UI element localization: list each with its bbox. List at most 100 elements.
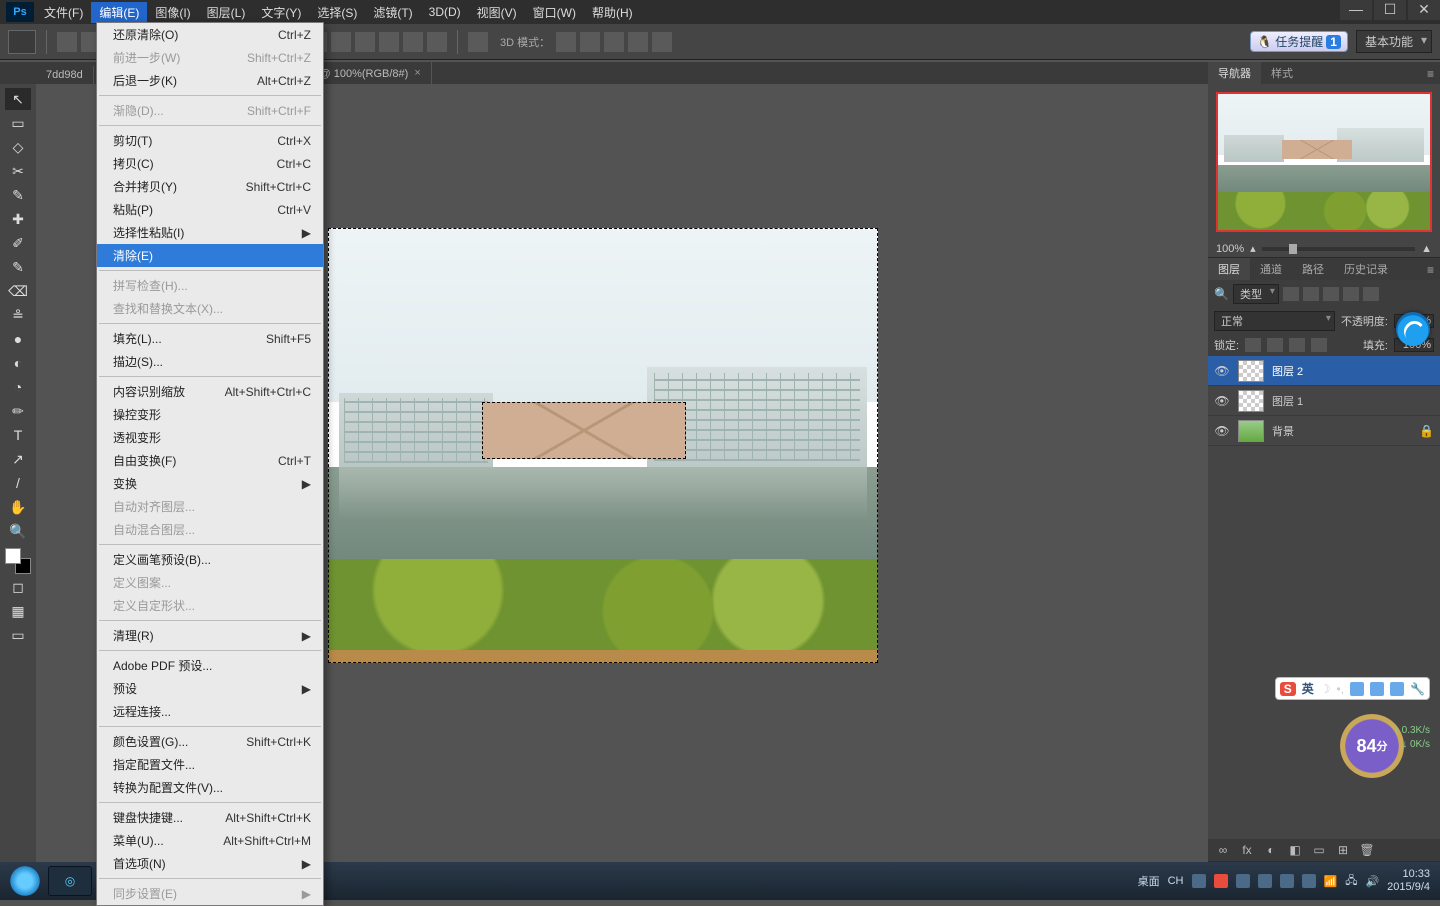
tool-button[interactable]: ✎	[5, 256, 31, 278]
menu-item[interactable]: 预设▶	[97, 677, 323, 700]
menu-item[interactable]: 转换为配置文件(V)...	[97, 776, 323, 799]
tab-styles[interactable]: 样式	[1261, 62, 1303, 84]
menu-item[interactable]: 首选项(N)▶	[97, 852, 323, 875]
menu-视图[interactable]: 视图(V)	[469, 2, 525, 23]
menu-item[interactable]: 选择性粘贴(I)▶	[97, 221, 323, 244]
visibility-icon[interactable]: 👁	[1214, 364, 1230, 378]
document-tab[interactable]: 7dd98d	[36, 66, 94, 84]
workspace-switcher[interactable]: 基本功能	[1356, 30, 1432, 53]
tool-button[interactable]: ✎	[5, 184, 31, 206]
filter-pixel-icon[interactable]	[1283, 287, 1299, 301]
menu-item[interactable]: 合并拷贝(Y)Shift+Ctrl+C	[97, 175, 323, 198]
layer-thumbnail[interactable]	[1238, 360, 1264, 382]
mode3d-icon[interactable]	[652, 32, 672, 52]
tool-button[interactable]: ✚	[5, 208, 31, 230]
tray-icon[interactable]	[1236, 874, 1250, 888]
menu-item[interactable]: 操控变形	[97, 403, 323, 426]
option-icon[interactable]	[57, 32, 77, 52]
distribute-icon[interactable]	[403, 32, 423, 52]
tray-volume-icon[interactable]: 🔊	[1365, 875, 1379, 888]
tool-button[interactable]: ◇	[5, 136, 31, 158]
menu-item[interactable]: 清理(R)▶	[97, 624, 323, 647]
close-icon[interactable]: ×	[414, 67, 420, 79]
tray-icon[interactable]	[1302, 874, 1316, 888]
ime-icon[interactable]	[1390, 682, 1404, 696]
tab-navigator[interactable]: 导航器	[1208, 62, 1261, 84]
distribute-icon[interactable]	[355, 32, 375, 52]
menu-item[interactable]: 拷贝(C)Ctrl+C	[97, 152, 323, 175]
desktop-label[interactable]: 桌面	[1138, 873, 1160, 889]
option-icon[interactable]	[468, 32, 488, 52]
task-reminder-badge[interactable]: 🐧 任务提醒 1	[1250, 31, 1348, 52]
lock-position-icon[interactable]	[1289, 338, 1305, 352]
layer-row[interactable]: 👁背景🔒	[1208, 416, 1440, 446]
search-icon[interactable]: 🔍	[1214, 287, 1229, 301]
layer-action-icon[interactable]: ◐	[1262, 843, 1280, 857]
window-maximize-button[interactable]: ☐	[1374, 0, 1406, 20]
layer-kind-filter[interactable]: 类型	[1233, 284, 1279, 304]
tool-button[interactable]: ✋	[5, 496, 31, 518]
menu-item[interactable]: 粘贴(P)Ctrl+V	[97, 198, 323, 221]
tray-network-icon[interactable]: 🖧	[1345, 872, 1357, 891]
mode3d-icon[interactable]	[556, 32, 576, 52]
ime-icon[interactable]	[1370, 682, 1384, 696]
tool-button[interactable]: T	[5, 424, 31, 446]
document-canvas[interactable]	[328, 228, 878, 663]
layer-action-icon[interactable]: ▭	[1310, 843, 1328, 857]
lock-transparency-icon[interactable]	[1245, 338, 1261, 352]
tray-icon[interactable]	[1258, 874, 1272, 888]
layer-name[interactable]: 图层 1	[1272, 393, 1303, 409]
layer-name[interactable]: 背景	[1272, 423, 1294, 439]
menu-item[interactable]: 颜色设置(G)...Shift+Ctrl+K	[97, 730, 323, 753]
moon-icon[interactable]: ☽	[1320, 682, 1331, 696]
tool-button[interactable]: ✂	[5, 160, 31, 182]
tool-button[interactable]: /	[5, 472, 31, 494]
menu-item[interactable]: 剪切(T)Ctrl+X	[97, 129, 323, 152]
visibility-icon[interactable]: 👁	[1214, 424, 1230, 438]
tray-signal-icon[interactable]: 📶	[1324, 875, 1338, 888]
menu-item[interactable]: 后退一步(K)Alt+Ctrl+Z	[97, 69, 323, 92]
menu-item[interactable]: 描边(S)...	[97, 350, 323, 373]
layer-thumbnail[interactable]	[1238, 390, 1264, 412]
menu-编辑[interactable]: 编辑(E)	[91, 2, 147, 23]
menu-滤镜[interactable]: 滤镜(T)	[365, 2, 420, 23]
zoom-out-icon[interactable]: ▴	[1250, 242, 1256, 255]
menu-帮助[interactable]: 帮助(H)	[584, 2, 641, 23]
tool-button[interactable]: ▦	[5, 600, 31, 622]
navigator-zoom-slider[interactable]	[1262, 247, 1415, 251]
menu-3d[interactable]: 3D(D)	[421, 3, 469, 21]
menu-item[interactable]: 定义画笔预设(B)...	[97, 548, 323, 571]
menu-item[interactable]: 填充(L)...Shift+F5	[97, 327, 323, 350]
color-swatches[interactable]	[5, 548, 31, 574]
menu-图像[interactable]: 图像(I)	[147, 2, 198, 23]
menu-item[interactable]: 键盘快捷键...Alt+Shift+Ctrl+K	[97, 806, 323, 829]
tray-sogou-icon[interactable]	[1214, 874, 1228, 888]
tool-button[interactable]: ✏	[5, 400, 31, 422]
tool-button[interactable]: 🔍	[5, 520, 31, 542]
zoom-in-icon[interactable]: ▲	[1421, 243, 1432, 255]
layer-name[interactable]: 图层 2	[1272, 363, 1303, 379]
distribute-icon[interactable]	[379, 32, 399, 52]
wifi-overlay-icon[interactable]	[1396, 312, 1430, 346]
menu-item[interactable]: 还原清除(O)Ctrl+Z	[97, 23, 323, 46]
menu-选择[interactable]: 选择(S)	[309, 2, 365, 23]
panel-tab[interactable]: 路径	[1292, 258, 1334, 280]
layer-thumbnail[interactable]	[1238, 420, 1264, 442]
distribute-icon[interactable]	[331, 32, 351, 52]
panel-menu-icon[interactable]: ≡	[1421, 260, 1440, 280]
filter-shape-icon[interactable]	[1343, 287, 1359, 301]
filter-type-icon[interactable]	[1323, 287, 1339, 301]
menu-item[interactable]: Adobe PDF 预设...	[97, 654, 323, 677]
window-close-button[interactable]: ✕	[1408, 0, 1440, 20]
blend-mode-select[interactable]: 正常	[1214, 311, 1335, 331]
mode3d-icon[interactable]	[628, 32, 648, 52]
visibility-icon[interactable]: 👁	[1214, 394, 1230, 408]
panel-tab[interactable]: 历史记录	[1334, 258, 1398, 280]
layer-action-icon[interactable]: 🗑	[1358, 843, 1376, 857]
tool-button[interactable]: ▭	[5, 624, 31, 646]
layer-action-icon[interactable]: ∞	[1214, 843, 1232, 857]
score-widget[interactable]: 84分 ↑ 0.3K/s↓ 0K/s	[1340, 714, 1430, 780]
menu-文件[interactable]: 文件(F)	[36, 2, 91, 23]
layer-action-icon[interactable]: ⊞	[1334, 843, 1352, 857]
tool-button[interactable]: ⌫	[5, 280, 31, 302]
